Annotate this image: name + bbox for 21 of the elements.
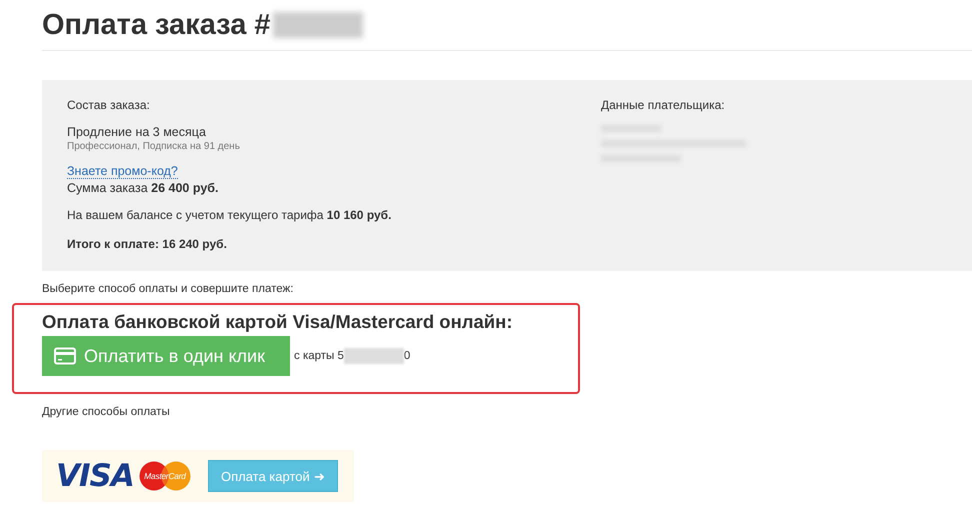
- total-amount: Итого к оплате: 16 240 руб.: [67, 237, 228, 251]
- section-heading: Данные плательщика:: [601, 98, 726, 112]
- visa-logo: VISA: [56, 458, 134, 494]
- arrow-icon: ➜: [314, 468, 325, 484]
- promo-code-link[interactable]: Знаете промо-код?: [67, 164, 178, 179]
- payment-heading: Оплата банковской картой Visa/Mastercard онлайн:: [42, 311, 514, 333]
- order-item-details: Профессионал, Подписка на 91 день: [67, 141, 241, 152]
- redacted-text: [344, 348, 404, 364]
- order-sum: Сумма заказа 26 400 руб.: [67, 181, 220, 195]
- payment-hint: Выберите способ оплаты и совершите платеж:: [42, 283, 294, 295]
- page-title: Оплата заказа #: [42, 8, 271, 42]
- pay-by-card-button[interactable]: Оплата картой ➜: [208, 460, 338, 492]
- order-item: Продление на 3 месяца: [67, 125, 207, 139]
- card-number-prefix: с карты 5: [294, 350, 344, 362]
- balance-text: На вашем балансе с учетом текущего тарифа 10 160 руб.: [67, 208, 392, 222]
- one-click-pay-button[interactable]: Оплатить в один клик: [42, 336, 290, 376]
- other-methods-label: Другие способы оплаты: [42, 406, 171, 418]
- card-number-suffix: 0: [404, 350, 410, 362]
- section-heading: Состав заказа:: [67, 98, 151, 112]
- mastercard-logo: MasterCard: [138, 461, 192, 491]
- credit-card-icon: [54, 347, 76, 365]
